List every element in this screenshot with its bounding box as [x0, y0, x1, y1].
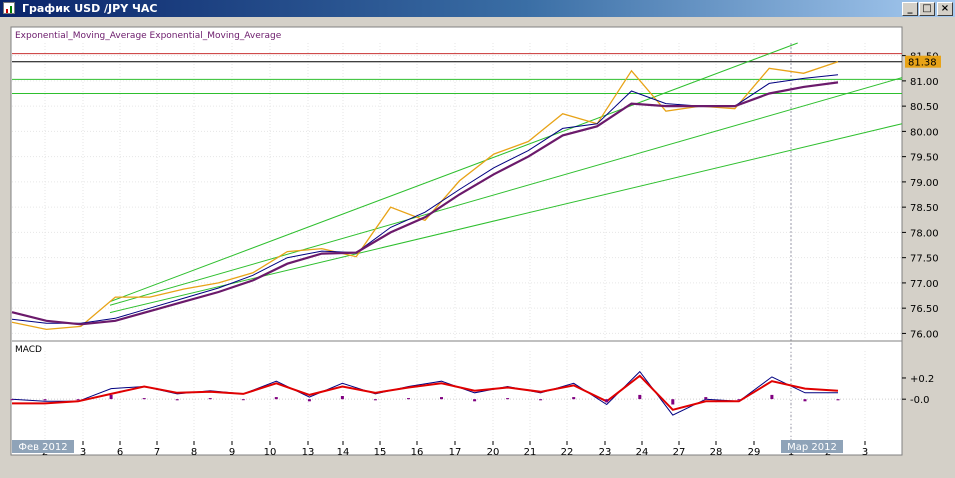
period-label: Мар 2012	[787, 442, 837, 453]
macd-title: MACD	[15, 345, 42, 355]
x-tick-label: 20	[487, 447, 500, 458]
x-tick-label: 24	[636, 447, 649, 458]
x-tick-label: 3	[862, 447, 868, 458]
macd-histogram-bar	[572, 397, 576, 400]
macd-histogram-bar	[373, 399, 377, 401]
macd-histogram-bar	[208, 398, 212, 400]
period-label: Фев 2012	[18, 442, 67, 453]
x-tick-label: 15	[374, 447, 387, 458]
x-tick-label: 28	[710, 447, 723, 458]
x-tick-label: 22	[561, 447, 574, 458]
price-tag-text: 81.38	[908, 58, 937, 69]
x-tick-label: 14	[337, 447, 350, 458]
x-tick-label: 27	[673, 447, 686, 458]
macd-histogram-bar	[803, 399, 807, 402]
price-y-tick-label: 79.00	[910, 178, 939, 189]
chart-area[interactable]: Exponential_Moving_Average Exponential_M…	[0, 17, 955, 474]
macd-histogram-bar	[506, 398, 510, 400]
macd-histogram-bar	[43, 399, 47, 401]
chart-svg[interactable]: Exponential_Moving_Average Exponential_M…	[0, 17, 955, 474]
price-y-tick-label: 80.00	[910, 127, 939, 138]
macd-histogram-bar	[539, 399, 543, 401]
macd-histogram-bar	[10, 399, 14, 401]
price-y-tick-label: 77.00	[910, 279, 939, 290]
x-tick-label: 29	[748, 447, 761, 458]
plot-background	[10, 26, 903, 456]
macd-histogram-bar	[241, 399, 245, 401]
price-y-tick-label: 80.50	[910, 102, 939, 113]
price-y-tick-label: 79.50	[910, 153, 939, 164]
minimize-button[interactable]: _	[902, 2, 918, 16]
macd-histogram-bar	[274, 397, 278, 400]
x-tick-label: 13	[302, 447, 315, 458]
macd-histogram-bar	[76, 399, 80, 401]
macd-histogram-bar	[307, 399, 311, 402]
macd-histogram-bar	[638, 394, 642, 400]
x-tick-label: 17	[449, 447, 462, 458]
current-price-tag: 81.38	[905, 55, 941, 69]
macd-histogram-bar	[340, 396, 344, 400]
macd-histogram-bar	[704, 397, 708, 400]
chart-app-icon[interactable]	[3, 2, 15, 14]
x-tick-label: 21	[524, 447, 537, 458]
macd-y-tick-label: +0.2	[910, 374, 934, 385]
macd-histogram-bar	[770, 394, 774, 400]
x-tick-label: 10	[264, 447, 277, 458]
maximize-button[interactable]: □	[919, 2, 935, 16]
macd-histogram-bar	[142, 398, 146, 400]
price-y-tick-label: 76.00	[910, 329, 939, 340]
price-y-tick-label: 77.50	[910, 254, 939, 265]
window-titlebar: График USD /JPY ЧАС _ □ ×	[0, 0, 955, 17]
window-title: График USD /JPY ЧАС	[22, 2, 158, 15]
macd-histogram-bar	[836, 399, 840, 401]
x-tick-label: 9	[229, 447, 235, 458]
price-y-tick-label: 78.00	[910, 228, 939, 239]
x-tick-label: 6	[117, 447, 123, 458]
macd-histogram-bar	[473, 399, 477, 402]
macd-histogram-bar	[175, 399, 179, 401]
x-tick-label: 23	[599, 447, 612, 458]
macd-histogram-bar	[605, 399, 609, 403]
x-tick-label: 8	[191, 447, 197, 458]
macd-histogram-bar	[407, 398, 410, 400]
macd-y-axis: +0.2 -0.0	[902, 374, 934, 406]
price-y-tick-label: 78.50	[910, 203, 939, 214]
x-tick-label: 16	[411, 447, 424, 458]
x-tick-label: 7	[154, 447, 160, 458]
x-tick-label: 3	[80, 447, 86, 458]
price-y-axis: 81.5081.0080.5080.0079.5079.0078.5078.00…	[902, 52, 939, 340]
macd-y-tick-label: -0.0	[910, 395, 930, 406]
indicator-legend: Exponential_Moving_Average Exponential_M…	[15, 31, 282, 41]
macd-histogram-bar	[671, 399, 675, 405]
macd-histogram-bar	[737, 399, 741, 401]
macd-histogram-bar	[109, 394, 113, 400]
price-y-tick-label: 81.00	[910, 77, 939, 88]
close-button[interactable]: ×	[937, 2, 953, 16]
macd-histogram-bar	[440, 397, 443, 400]
price-y-tick-label: 76.50	[910, 304, 939, 315]
